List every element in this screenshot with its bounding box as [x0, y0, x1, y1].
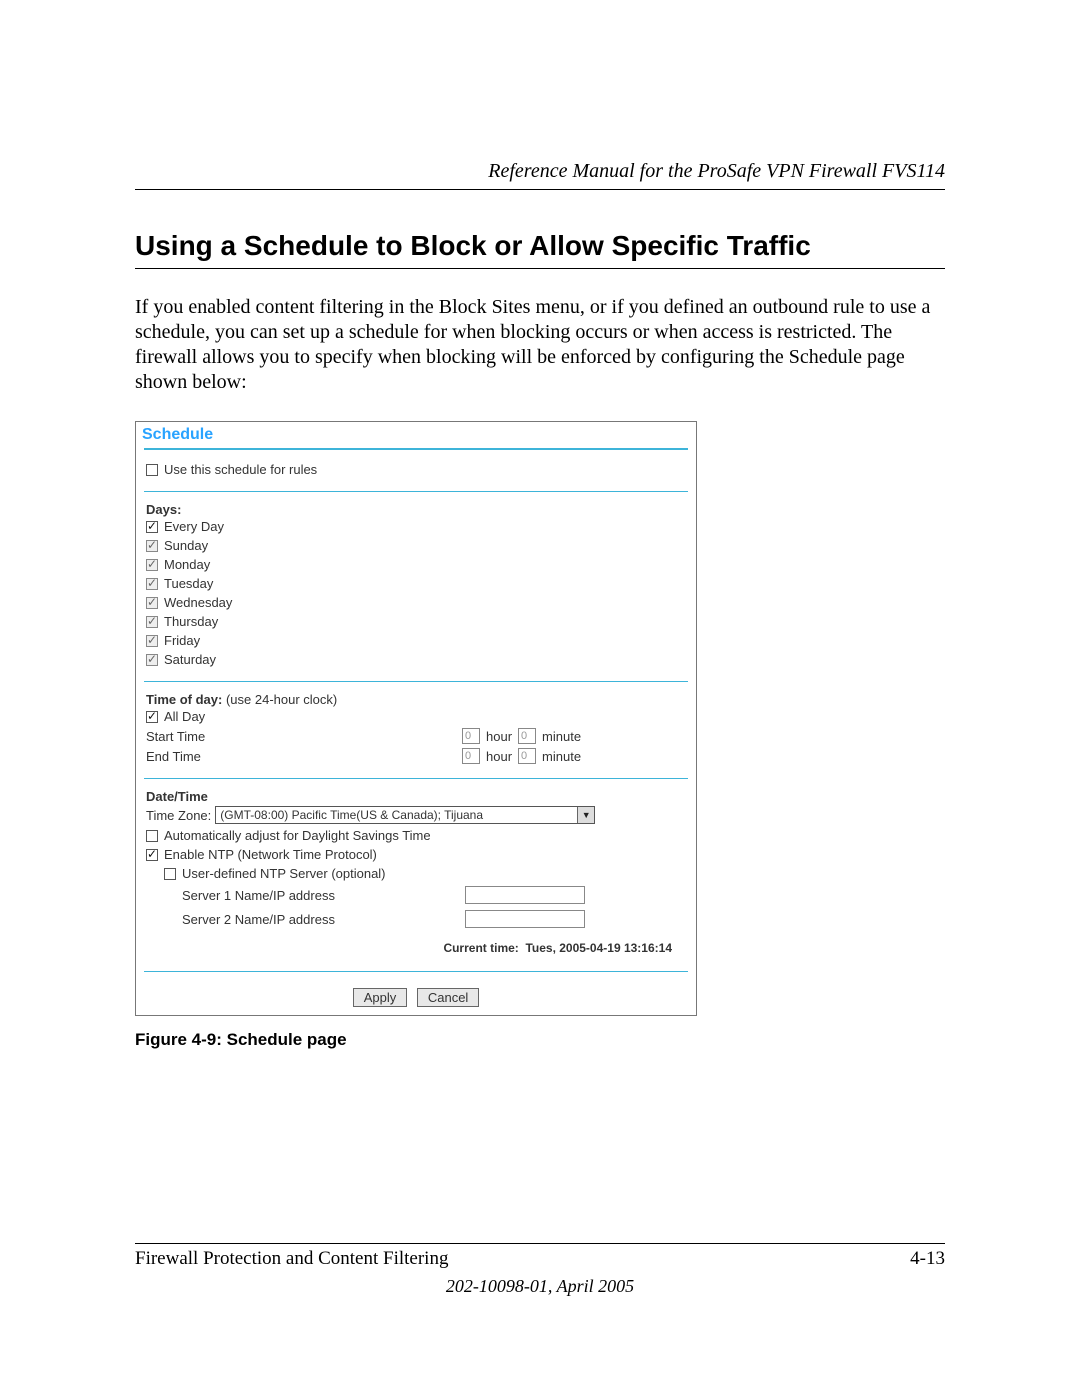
- days-header: Days:: [146, 502, 686, 517]
- cancel-button[interactable]: Cancel: [417, 988, 479, 1007]
- start-time-row: Start Time 0 hour 0 minute: [146, 726, 686, 746]
- use-schedule-checkbox[interactable]: [146, 464, 158, 476]
- day-label: Sunday: [164, 538, 208, 553]
- hour-unit: hour: [486, 729, 512, 744]
- end-hour-input[interactable]: 0: [462, 748, 480, 764]
- figure-caption: Figure 4-9: Schedule page: [135, 1030, 945, 1050]
- dst-label: Automatically adjust for Daylight Saving…: [164, 828, 431, 843]
- day-label: Every Day: [164, 519, 224, 534]
- section-heading: Using a Schedule to Block or Allow Speci…: [135, 230, 945, 269]
- checkbox-thursday[interactable]: [146, 616, 158, 628]
- checkbox-saturday[interactable]: [146, 654, 158, 666]
- checkbox-dst[interactable]: [146, 830, 158, 842]
- end-time-row: End Time 0 hour 0 minute: [146, 746, 686, 766]
- server1-row: Server 1 Name/IP address: [146, 883, 686, 907]
- schedule-panel: Schedule Use this schedule for rules Day…: [135, 421, 697, 1016]
- divider: [144, 491, 688, 492]
- checkbox-user-ntp[interactable]: [164, 868, 176, 880]
- day-label: Tuesday: [164, 576, 213, 591]
- day-label: Saturday: [164, 652, 216, 667]
- chevron-down-icon: ▼: [577, 807, 594, 823]
- tz-label: Time Zone:: [146, 808, 211, 823]
- page-footer: Firewall Protection and Content Filterin…: [135, 1243, 945, 1297]
- divider: [144, 448, 688, 450]
- time-of-day-header: Time of day: (use 24-hour clock): [146, 692, 686, 707]
- timezone-row: Time Zone: (GMT-08:00) Pacific Time(US &…: [146, 804, 686, 826]
- checkbox-wednesday[interactable]: [146, 597, 158, 609]
- server1-label: Server 1 Name/IP address: [182, 888, 457, 903]
- checkbox-ntp[interactable]: [146, 849, 158, 861]
- button-row: Apply Cancel: [136, 978, 696, 1015]
- checkbox-friday[interactable]: [146, 635, 158, 647]
- days-section: Days: Every Day Sunday Monday Tuesday: [136, 498, 696, 675]
- server2-label: Server 2 Name/IP address: [182, 912, 457, 927]
- use-schedule-section: Use this schedule for rules: [136, 456, 696, 485]
- divider: [144, 971, 688, 972]
- panel-title: Schedule: [136, 422, 696, 446]
- end-minute-input[interactable]: 0: [518, 748, 536, 764]
- server2-input[interactable]: [465, 910, 585, 928]
- minute-unit: minute: [542, 749, 581, 764]
- user-ntp-label: User-defined NTP Server (optional): [182, 866, 386, 881]
- document-page: Reference Manual for the ProSafe VPN Fir…: [0, 0, 1080, 1397]
- timezone-select[interactable]: (GMT-08:00) Pacific Time(US & Canada); T…: [215, 806, 595, 824]
- day-label: Wednesday: [164, 595, 232, 610]
- day-label: Monday: [164, 557, 210, 572]
- server1-input[interactable]: [465, 886, 585, 904]
- divider: [144, 681, 688, 682]
- start-minute-input[interactable]: 0: [518, 728, 536, 744]
- hour-unit: hour: [486, 749, 512, 764]
- figure-wrap: Schedule Use this schedule for rules Day…: [135, 421, 945, 1050]
- time-header-prefix: Time of day:: [146, 692, 222, 707]
- minute-unit: minute: [542, 729, 581, 744]
- body-paragraph: If you enabled content filtering in the …: [135, 295, 945, 395]
- checkbox-every-day[interactable]: [146, 521, 158, 533]
- day-label: Friday: [164, 633, 200, 648]
- running-header: Reference Manual for the ProSafe VPN Fir…: [135, 160, 945, 190]
- footer-page-number: 4-13: [910, 1248, 945, 1270]
- end-time-label: End Time: [146, 749, 456, 764]
- checkbox-sunday[interactable]: [146, 540, 158, 552]
- start-time-label: Start Time: [146, 729, 456, 744]
- use-schedule-label: Use this schedule for rules: [164, 462, 317, 477]
- datetime-header: Date/Time: [146, 789, 686, 804]
- checkbox-all-day[interactable]: [146, 711, 158, 723]
- server2-row: Server 2 Name/IP address: [146, 907, 686, 931]
- footer-docnum: 202-10098-01, April 2005: [135, 1276, 945, 1297]
- ntp-label: Enable NTP (Network Time Protocol): [164, 847, 377, 862]
- checkbox-monday[interactable]: [146, 559, 158, 571]
- time-header-note: (use 24-hour clock): [222, 692, 337, 707]
- current-time-label: Current time:: [443, 941, 518, 955]
- datetime-section: Date/Time Time Zone: (GMT-08:00) Pacific…: [136, 785, 696, 965]
- divider: [144, 778, 688, 779]
- checkbox-tuesday[interactable]: [146, 578, 158, 590]
- current-time-value: Tues, 2005-04-19 13:16:14: [525, 941, 672, 955]
- all-day-label: All Day: [164, 709, 205, 724]
- time-section: Time of day: (use 24-hour clock) All Day…: [136, 688, 696, 772]
- day-label: Thursday: [164, 614, 218, 629]
- footer-chapter: Firewall Protection and Content Filterin…: [135, 1248, 448, 1270]
- tz-value: (GMT-08:00) Pacific Time(US & Canada); T…: [220, 808, 483, 822]
- current-time: Current time: Tues, 2005-04-19 13:16:14: [146, 931, 686, 959]
- apply-button[interactable]: Apply: [353, 988, 408, 1007]
- start-hour-input[interactable]: 0: [462, 728, 480, 744]
